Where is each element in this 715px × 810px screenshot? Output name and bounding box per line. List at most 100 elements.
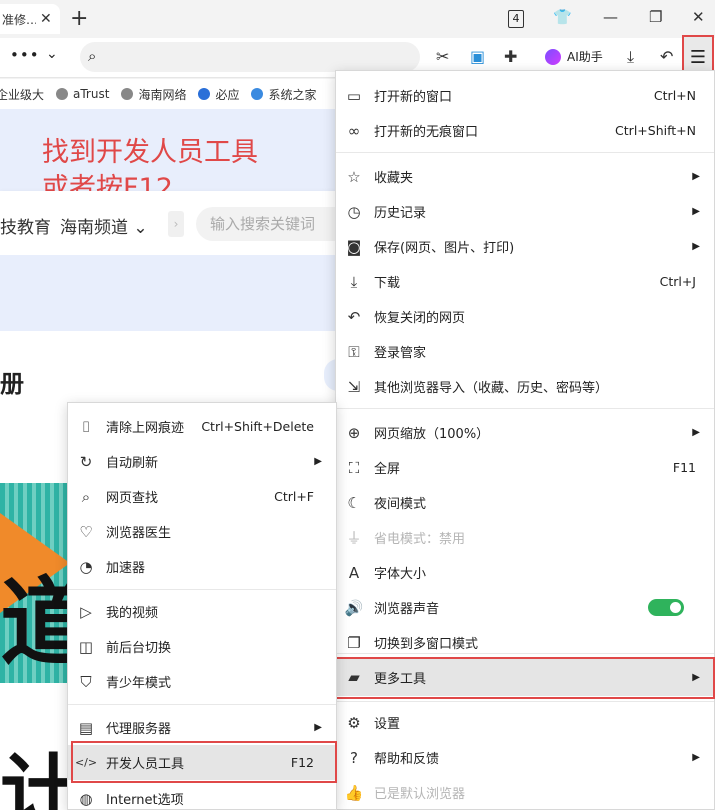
chevron-right-icon[interactable]: › xyxy=(168,211,184,237)
new-tab-button[interactable]: + xyxy=(70,6,88,32)
search-icon: ⌕ xyxy=(88,47,97,65)
toolbox-icon: ▰ xyxy=(348,668,360,686)
submenu-arrow-icon: ▶ xyxy=(314,722,322,733)
ai-assistant-button[interactable]: AI助手 xyxy=(545,48,603,65)
menu-item-help[interactable]: ? 帮助和反馈 ▶ xyxy=(336,740,714,775)
proxy-icon: ▤ xyxy=(78,718,94,737)
submenu-arrow-icon: ▶ xyxy=(692,671,700,683)
extension-icon[interactable]: ✚ xyxy=(504,47,517,66)
ai-label: AI助手 xyxy=(567,50,603,64)
undo-icon[interactable]: ↶ xyxy=(660,47,673,66)
help-icon: ? xyxy=(350,748,358,767)
more-icon[interactable]: ••• xyxy=(10,46,40,64)
submenu-arrow-icon: ▶ xyxy=(692,752,700,763)
menu-item-night-mode[interactable]: ☾ 夜间模式 xyxy=(336,485,714,520)
zoom-icon: ⊕ xyxy=(347,423,361,442)
plug-icon: ⏚ xyxy=(346,529,362,547)
submenu-arrow-icon: ▶ xyxy=(692,171,700,182)
nav-item[interactable]: 海南频道 ⌄ xyxy=(60,213,148,238)
broom-icon: ⌷ xyxy=(81,417,91,436)
submenu-item-accelerator[interactable]: ◔ 加速器 xyxy=(68,549,336,584)
address-bar[interactable]: ⌕ xyxy=(80,42,420,72)
switch-icon: ◫ xyxy=(78,637,94,656)
download-icon[interactable]: ⤓ xyxy=(627,47,634,67)
submenu-item-fg-bg-switch[interactable]: ◫ 前后台切换 xyxy=(68,629,336,664)
scissors-icon[interactable]: ✂ xyxy=(436,47,449,66)
menu-item-multi-window[interactable]: ❐ 切换到多窗口模式 xyxy=(336,625,714,660)
undo-icon: ↶ xyxy=(347,307,361,326)
shirt-icon[interactable]: 👕 xyxy=(553,8,572,26)
menu-item-browser-sound[interactable]: 🔊 浏览器声音 xyxy=(336,590,714,625)
menu-item-more-tools[interactable]: ▰ 更多工具 ▶ xyxy=(336,658,714,696)
fullscreen-icon: ⛶ xyxy=(348,458,360,477)
menu-item-login-manager[interactable]: ⚿ 登录管家 xyxy=(336,334,714,369)
key-icon: ⚿ xyxy=(348,342,360,361)
nav-item[interactable]: 技教育 xyxy=(0,213,51,238)
menu-item-incognito[interactable]: ∞ 打开新的无痕窗口 Ctrl+Shift+N xyxy=(336,113,714,148)
menu-item-import[interactable]: ⇲ 其他浏览器导入（收藏、历史、密码等） xyxy=(336,369,714,404)
menu-item-new-window[interactable]: ▭ 打开新的窗口 Ctrl+N xyxy=(336,78,714,113)
menu-item-downloads[interactable]: ⤓ 下载 Ctrl+J xyxy=(336,264,714,299)
browser-tab[interactable]: 准修… ✕ xyxy=(0,4,60,34)
submenu-arrow-icon: ▶ xyxy=(314,456,322,467)
window-close-icon[interactable]: ✕ xyxy=(692,8,705,26)
menu-item-favorites[interactable]: ☆ 收藏夹 ▶ xyxy=(336,159,714,194)
submenu-item-my-videos[interactable]: ▷ 我的视频 xyxy=(68,594,336,629)
submenu-item-teen-mode[interactable]: ⛉ 青少年模式 xyxy=(68,664,336,699)
submenu-arrow-icon: ▶ xyxy=(692,241,700,252)
gauge-icon: ◔ xyxy=(79,557,93,576)
menu-item-default-browser: 👍 已是默认浏览器 xyxy=(344,783,466,803)
incognito-icon: ∞ xyxy=(347,121,361,140)
import-icon: ⇲ xyxy=(347,377,361,396)
camera-icon: ◙ xyxy=(346,237,362,256)
moon-icon: ☾ xyxy=(347,493,361,512)
multi-window-icon: ❐ xyxy=(347,633,361,652)
menu-separator xyxy=(336,152,714,153)
submenu-item-proxy[interactable]: ▤ 代理服务器 ▶ xyxy=(68,710,336,745)
submenu-item-auto-refresh[interactable]: ↻ 自动刷新 ▶ xyxy=(68,444,336,479)
speaker-icon: 🔊 xyxy=(344,598,364,617)
submenu-item-developer-tools[interactable]: </> 开发人员工具 F12 xyxy=(68,745,336,780)
bookmark-item[interactable]: 系统之家 xyxy=(251,86,316,103)
submenu-item-find[interactable]: ⌕ 网页查找 Ctrl+F xyxy=(68,479,336,514)
menu-item-fullscreen[interactable]: ⛶ 全屏 F11 xyxy=(336,450,714,485)
menu-item-font-size[interactable]: A 字体大小 xyxy=(336,555,714,590)
globe-icon: ◍ xyxy=(79,789,93,808)
menu-separator xyxy=(336,408,714,409)
bookmark-item[interactable]: 必应 xyxy=(198,86,239,103)
menu-item-settings[interactable]: ⚙ 设置 xyxy=(336,705,714,740)
code-icon: </> xyxy=(74,756,98,769)
submenu-item-clear-traces[interactable]: ⌷ 清除上网痕迹 Ctrl+Shift+Delete xyxy=(68,409,336,444)
menu-separator xyxy=(336,701,714,702)
bookmark-item[interactable]: 海南网络 xyxy=(121,86,186,103)
restore-icon[interactable]: ❐ xyxy=(649,8,662,26)
tab-title: 准修… xyxy=(2,12,36,27)
clock-icon: ◷ xyxy=(347,202,361,221)
close-icon[interactable]: ✕ xyxy=(40,11,52,27)
menu-item-zoom[interactable]: ⊕ 网页缩放（100%） ▶ xyxy=(336,415,714,450)
gear-icon: ⚙ xyxy=(347,713,361,732)
menu-item-power-saving: ⏚ 省电模式：禁用 xyxy=(336,520,714,555)
submenu-arrow-icon: ▶ xyxy=(692,427,700,438)
heart-icon: ♡ xyxy=(79,522,93,541)
site-search-input[interactable]: 输入搜索关键词 xyxy=(196,207,356,241)
download-icon: ⤓ xyxy=(350,272,358,291)
submenu-item-browser-doctor[interactable]: ♡ 浏览器医生 xyxy=(68,514,336,549)
submenu-item-internet-options[interactable]: ◍ Internet选项 xyxy=(68,781,336,810)
menu-item-restore-closed[interactable]: ↶ 恢复关闭的网页 xyxy=(336,299,714,334)
submenu-arrow-icon: ▶ xyxy=(692,206,700,217)
bookmark-item[interactable]: aTrust xyxy=(56,87,109,101)
chevron-down-icon[interactable]: ⌄ xyxy=(46,46,58,62)
translate-icon[interactable]: ▣ xyxy=(470,47,485,66)
tab-count-icon[interactable]: 4 xyxy=(508,10,524,28)
minimize-icon[interactable]: — xyxy=(603,8,618,26)
menu-item-save[interactable]: ◙ 保存(网页、图片、打印) ▶ xyxy=(336,229,714,264)
window-icon: ▭ xyxy=(346,86,362,105)
sound-toggle[interactable] xyxy=(648,599,684,616)
bookmark-item[interactable]: 企业级大 xyxy=(0,86,44,103)
globe-icon xyxy=(121,88,134,100)
hamburger-icon: ☰ xyxy=(689,46,707,68)
site-icon xyxy=(251,88,264,100)
menu-item-history[interactable]: ◷ 历史记录 ▶ xyxy=(336,194,714,229)
menu-separator xyxy=(336,653,714,654)
